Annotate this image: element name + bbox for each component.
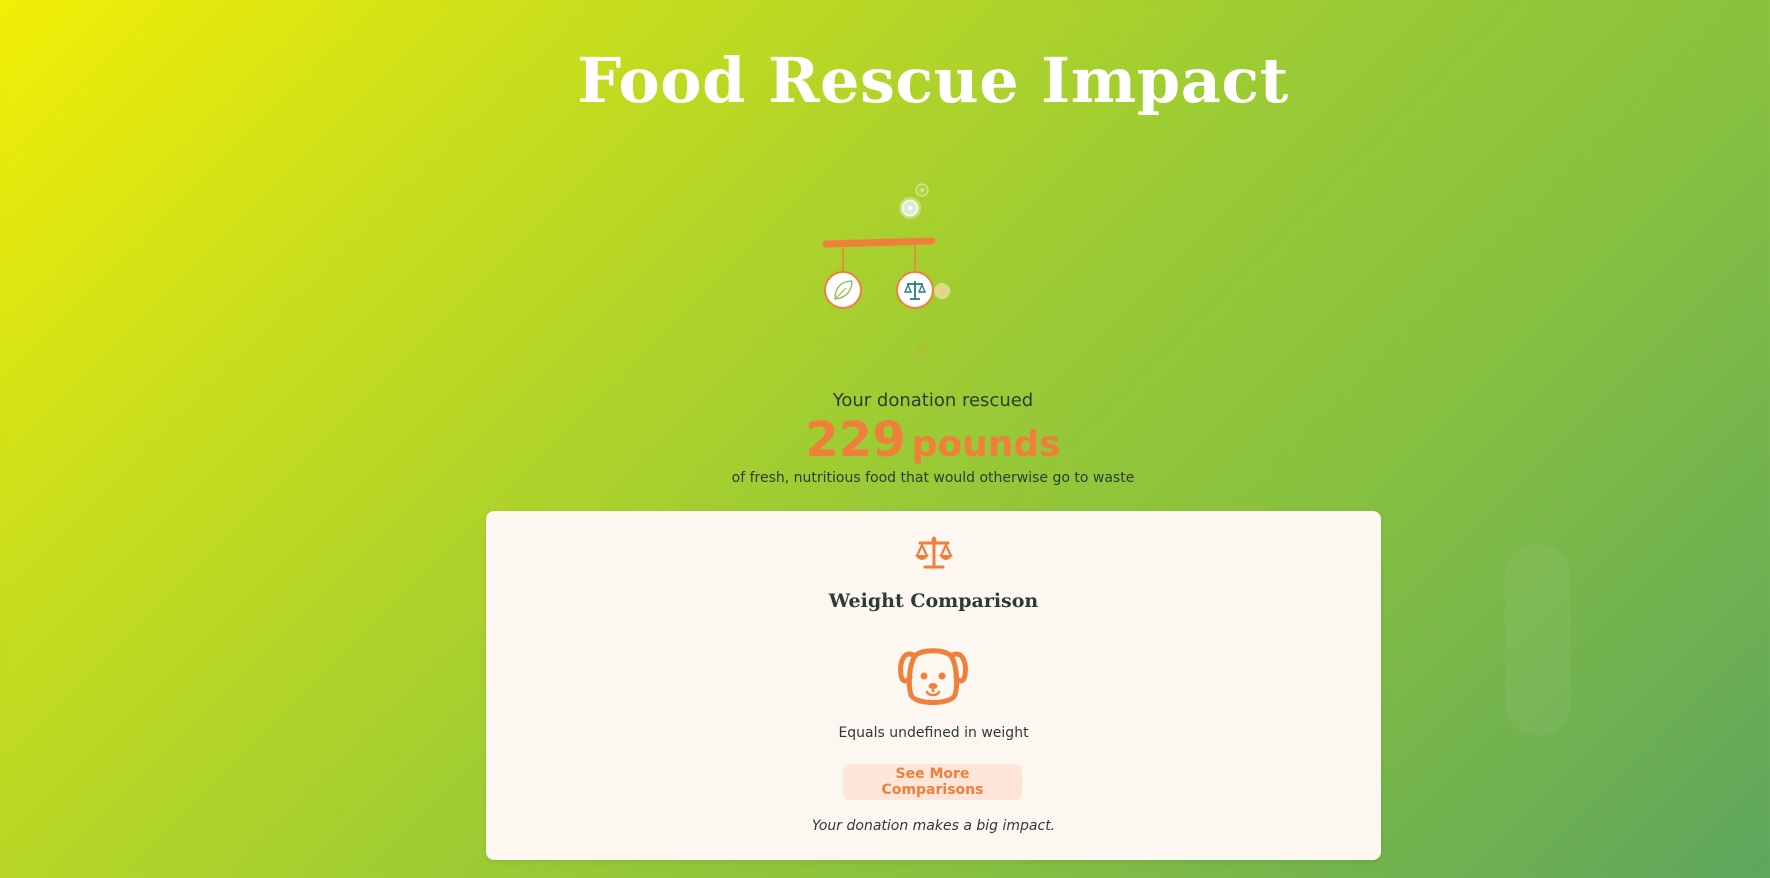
bubble <box>921 348 925 352</box>
mobile-bar <box>822 237 936 248</box>
dog-icon <box>898 648 968 705</box>
see-more-comparisons-button[interactable]: See More Comparisons <box>843 764 1022 800</box>
bubble <box>920 188 924 192</box>
comparison-card: Weight Comparison Equals undefined in we… <box>486 511 1381 860</box>
page-title: Food Rescue Impact <box>577 44 1289 117</box>
background-decoration <box>1505 545 1571 735</box>
rescued-label: Your donation rescued <box>832 390 1034 411</box>
rescued-description: of fresh, nutritious food that would oth… <box>731 470 1135 486</box>
rescued-number: 229 <box>805 412 906 468</box>
bubble <box>907 205 913 211</box>
comparison-text: Equals undefined in weight <box>838 725 1029 741</box>
scale-icon <box>915 536 953 569</box>
rescued-amount: 229 pounds <box>0 412 1770 468</box>
bubble <box>937 286 947 296</box>
leaf-icon <box>824 271 862 309</box>
card-title: Weight Comparison <box>828 590 1039 612</box>
impact-mobile-graphic <box>822 183 950 356</box>
impact-note: Your donation makes a big impact. <box>811 818 1056 834</box>
rescued-unit: pounds <box>911 424 1061 465</box>
scale-icon <box>896 271 934 309</box>
